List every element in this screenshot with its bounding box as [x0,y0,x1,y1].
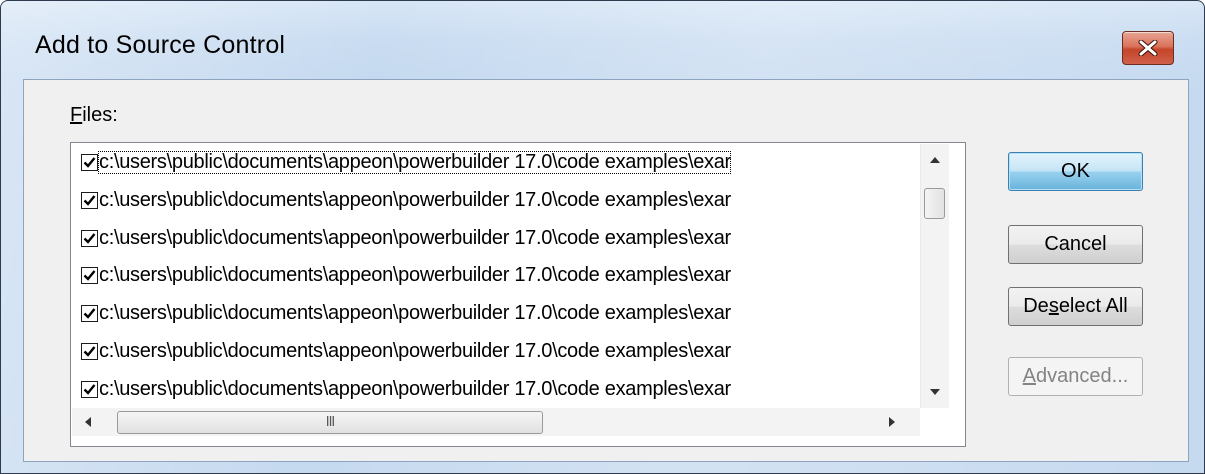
files-rows: c:\users\public\documents\appeon\powerbu… [72,144,920,408]
scroll-up-button[interactable] [921,146,949,174]
file-path: c:\users\public\documents\appeon\powerbu… [98,150,731,174]
horizontal-scroll-thumb[interactable]: III [117,411,543,434]
file-list-item[interactable]: c:\users\public\documents\appeon\powerbu… [72,146,920,178]
file-list-item[interactable]: c:\users\public\documents\appeon\powerbu… [72,259,920,291]
checkmark-icon [83,345,96,357]
file-list-item[interactable]: c:\users\public\documents\appeon\powerbu… [72,184,920,216]
checkmark-icon [83,232,96,244]
ok-button[interactable]: OK [1008,152,1143,191]
dialog-client-area: Files: c:\users\public\documents\appeon\… [23,79,1189,462]
checkmark-icon [83,383,96,395]
close-button[interactable] [1122,31,1174,65]
dialog-window: Add to Source Control Files: c:\users\pu… [0,0,1205,474]
file-list-item[interactable]: c:\users\public\documents\appeon\powerbu… [72,373,920,405]
checkmark-icon [83,307,96,319]
file-list-item[interactable]: c:\users\public\documents\appeon\powerbu… [72,297,920,329]
files-label: Files: [70,104,118,126]
file-path: c:\users\public\documents\appeon\powerbu… [99,377,731,400]
file-path: c:\users\public\documents\appeon\powerbu… [99,263,731,286]
scroll-down-button[interactable] [921,378,949,406]
file-checkbox[interactable] [81,229,98,247]
file-path: c:\users\public\documents\appeon\powerbu… [99,226,731,249]
file-checkbox[interactable] [81,153,98,171]
file-checkbox[interactable] [81,191,98,209]
file-path: c:\users\public\documents\appeon\powerbu… [99,301,731,324]
horizontal-scrollbar[interactable]: III [72,408,920,436]
file-checkbox[interactable] [81,304,98,322]
file-path: c:\users\public\documents\appeon\powerbu… [99,188,731,211]
vertical-scrollbar[interactable] [920,144,949,408]
arrow-up-icon [930,157,940,163]
arrow-right-icon [889,417,895,427]
grip-icon: III [325,415,335,430]
file-list-item[interactable]: c:\users\public\documents\appeon\powerbu… [72,335,920,367]
files-list[interactable]: c:\users\public\documents\appeon\powerbu… [70,142,966,447]
file-checkbox[interactable] [81,380,98,398]
checkmark-icon [83,269,96,281]
cancel-button[interactable]: Cancel [1008,225,1143,264]
file-checkbox[interactable] [81,266,98,284]
file-list-item[interactable]: c:\users\public\documents\appeon\powerbu… [72,222,920,254]
advanced-button: Advanced... [1008,357,1143,396]
deselect-all-button[interactable]: De s elect All [1008,287,1143,326]
vertical-scroll-thumb[interactable] [924,188,945,219]
scroll-right-button[interactable] [878,408,906,436]
arrow-down-icon [930,389,940,395]
arrow-left-icon [85,417,91,427]
checkmark-icon [83,194,96,206]
checkmark-icon [83,156,96,168]
scroll-left-button[interactable] [74,408,102,436]
file-checkbox[interactable] [81,342,98,360]
close-icon [1138,40,1158,56]
file-path: c:\users\public\documents\appeon\powerbu… [99,339,731,362]
window-title: Add to Source Control [35,31,286,59]
